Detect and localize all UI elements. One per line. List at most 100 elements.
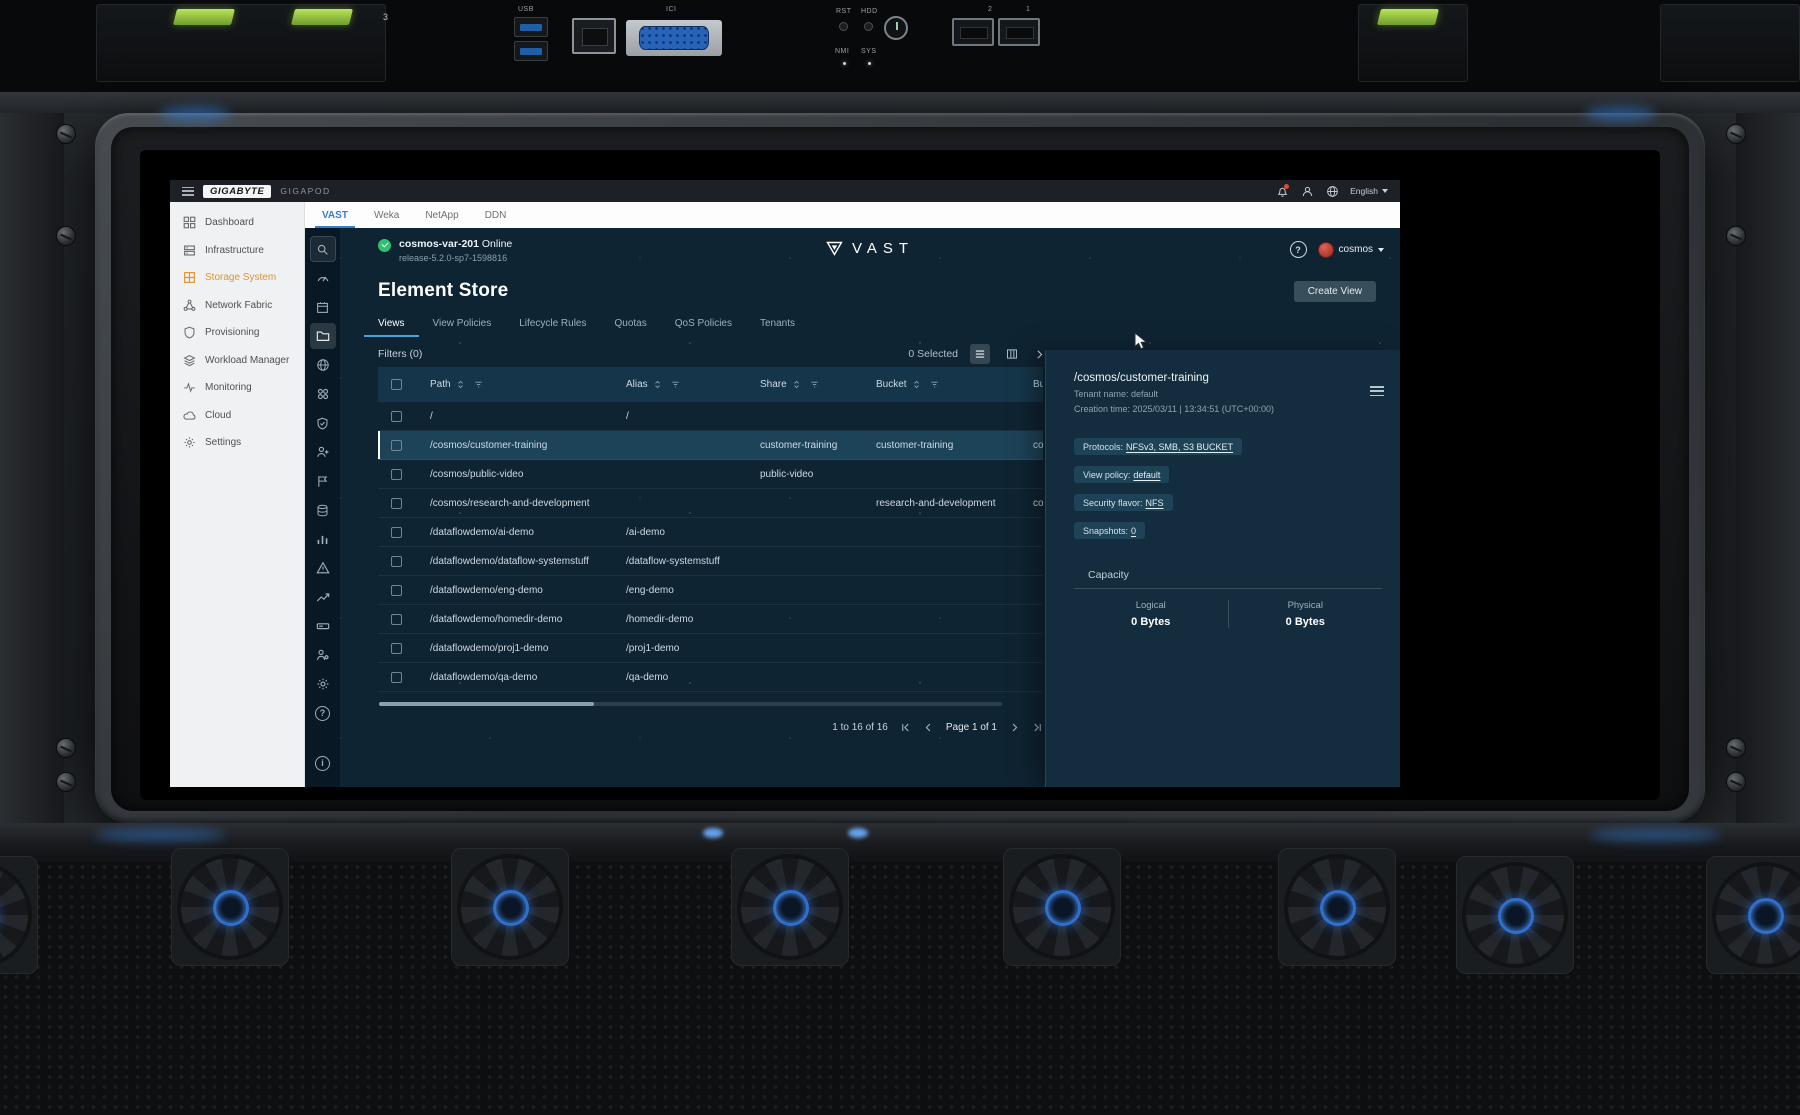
help-icon[interactable]: ? — [310, 700, 336, 726]
column-header-bucket[interactable]: Bucket — [862, 379, 1019, 390]
language-selector[interactable]: English — [1350, 186, 1388, 196]
vendor-tab-ddn[interactable]: DDN — [472, 202, 520, 228]
last-page-icon[interactable] — [1032, 722, 1043, 733]
apps-icon[interactable] — [310, 381, 336, 407]
row-checkbox[interactable] — [391, 411, 402, 422]
alerts-warning-icon[interactable] — [310, 555, 336, 581]
sidebar-item-dashboard[interactable]: Dashboard — [170, 209, 304, 237]
tab-lifecycle-rules[interactable]: Lifecycle Rules — [505, 316, 600, 337]
tab-tenants[interactable]: Tenants — [746, 316, 809, 337]
user-add-icon[interactable] — [310, 439, 336, 465]
sidebar-item-settings[interactable]: Settings — [170, 429, 304, 457]
user-settings-icon[interactable] — [310, 642, 336, 668]
vendor-tab-weka[interactable]: Weka — [361, 202, 412, 228]
filter-icon[interactable] — [810, 380, 819, 389]
table-row[interactable]: /dataflowdemo/ai-demo /ai-demo — [378, 518, 1043, 547]
sidebar-item-monitoring[interactable]: Monitoring — [170, 374, 304, 402]
row-checkbox[interactable] — [391, 672, 402, 683]
column-view-icon[interactable] — [1002, 344, 1022, 364]
prev-page-icon[interactable] — [923, 722, 934, 733]
row-checkbox[interactable] — [391, 498, 402, 509]
collapse-drawer-chevron-icon[interactable] — [1034, 349, 1045, 360]
notifications-bell-icon[interactable] — [1275, 184, 1289, 198]
badge-value-link[interactable]: default — [1133, 470, 1160, 480]
sidebar-item-storage-system[interactable]: Storage System — [170, 264, 304, 292]
drawer-creation-time: Creation time: 2025/03/11 | 13:34:51 (UT… — [1074, 404, 1382, 414]
database-icon[interactable] — [310, 497, 336, 523]
cell-path: /cosmos/public-video — [414, 469, 612, 480]
analytics-trend-icon[interactable] — [310, 584, 336, 610]
table-row[interactable]: /cosmos/research-and-development researc… — [378, 489, 1043, 518]
search-icon[interactable] — [310, 236, 336, 262]
badge-value-link[interactable]: NFSv3, SMB, S3 BUCKET — [1126, 442, 1233, 452]
table-row[interactable]: /dataflowdemo/qa-demo /qa-demo — [378, 663, 1043, 692]
user-name-label: cosmos — [1339, 244, 1373, 255]
tab-quotas[interactable]: Quotas — [601, 316, 661, 337]
calendar-grid-icon[interactable] — [310, 294, 336, 320]
vendor-tab-vast[interactable]: VAST — [309, 202, 361, 228]
column-header-path[interactable]: Path — [414, 379, 612, 390]
help-icon[interactable]: ? — [1290, 241, 1307, 258]
row-checkbox[interactable] — [391, 556, 402, 567]
vendor-tab-netapp[interactable]: NetApp — [412, 202, 471, 228]
select-all-checkbox[interactable] — [391, 379, 402, 390]
row-checkbox[interactable] — [391, 440, 402, 451]
bar-chart-icon[interactable] — [310, 526, 336, 552]
gear-icon[interactable] — [310, 671, 336, 697]
sidebar-item-provisioning[interactable]: Provisioning — [170, 319, 304, 347]
row-checkbox[interactable] — [391, 469, 402, 480]
badge-label: Protocols: — [1083, 442, 1123, 452]
table-row[interactable]: /dataflowdemo/dataflow-systemstuff /data… — [378, 547, 1043, 576]
table-row-selected[interactable]: /cosmos/customer-training customer-train… — [378, 431, 1043, 460]
horizontal-scrollbar[interactable] — [379, 702, 1002, 706]
drive-icon[interactable] — [310, 613, 336, 639]
next-page-icon[interactable] — [1009, 722, 1020, 733]
table-row[interactable]: /dataflowdemo/eng-demo /eng-demo — [378, 576, 1043, 605]
badge-value-link[interactable]: NFS — [1146, 498, 1164, 508]
globe-icon[interactable] — [1325, 184, 1339, 198]
sidebar-item-workload-manager[interactable]: Workload Manager — [170, 347, 304, 375]
first-page-icon[interactable] — [900, 722, 911, 733]
table-row[interactable]: / / — [378, 402, 1043, 431]
sidebar-item-infrastructure[interactable]: Infrastructure — [170, 237, 304, 265]
table-row[interactable]: /dataflowdemo/homedir-demo /homedir-demo — [378, 605, 1043, 634]
sidebar-item-network-fabric[interactable]: Network Fabric — [170, 292, 304, 320]
info-icon[interactable]: i — [310, 750, 336, 776]
drawer-menu-icon[interactable] — [1370, 386, 1384, 396]
filter-icon[interactable] — [930, 380, 939, 389]
table-row[interactable]: /cosmos/public-video public-video — [378, 460, 1043, 489]
sort-icon[interactable] — [792, 380, 801, 389]
sidebar-item-cloud[interactable]: Cloud — [170, 402, 304, 430]
list-view-icon[interactable] — [970, 344, 990, 364]
filter-icon[interactable] — [474, 380, 483, 389]
badge-value-link[interactable]: 0 — [1131, 526, 1136, 536]
page-title: Element Store — [378, 280, 508, 302]
filters-label[interactable]: Filters (0) — [378, 348, 422, 360]
filter-icon[interactable] — [671, 380, 680, 389]
create-view-button[interactable]: Create View — [1294, 281, 1376, 302]
dashboard-gauge-icon[interactable] — [310, 265, 336, 291]
app-topbar: GIGABYTE GIGAPOD — [170, 180, 1400, 202]
column-header-share[interactable]: Share — [746, 379, 862, 390]
tab-qos-policies[interactable]: QoS Policies — [661, 316, 746, 337]
menu-icon[interactable] — [182, 187, 194, 196]
row-checkbox[interactable] — [391, 585, 402, 596]
sort-icon[interactable] — [653, 380, 662, 389]
row-checkbox[interactable] — [391, 527, 402, 538]
tab-views[interactable]: Views — [364, 316, 419, 337]
row-checkbox[interactable] — [391, 614, 402, 625]
sort-icon[interactable] — [456, 380, 465, 389]
sort-icon[interactable] — [912, 380, 921, 389]
tab-view-policies[interactable]: View Policies — [419, 316, 506, 337]
column-header-truncated[interactable]: Buc — [1019, 379, 1043, 390]
row-checkbox[interactable] — [391, 643, 402, 654]
user-menu[interactable]: cosmos — [1318, 242, 1384, 258]
element-store-folder-icon[interactable] — [310, 323, 336, 349]
table-row[interactable]: /dataflowdemo/proj1-demo /proj1-demo — [378, 634, 1043, 663]
account-icon[interactable] — [1300, 184, 1314, 198]
scrollbar-thumb[interactable] — [379, 702, 594, 706]
globe-icon[interactable] — [310, 352, 336, 378]
flag-icon[interactable] — [310, 468, 336, 494]
column-header-alias[interactable]: Alias — [612, 379, 746, 390]
shield-icon[interactable] — [310, 410, 336, 436]
